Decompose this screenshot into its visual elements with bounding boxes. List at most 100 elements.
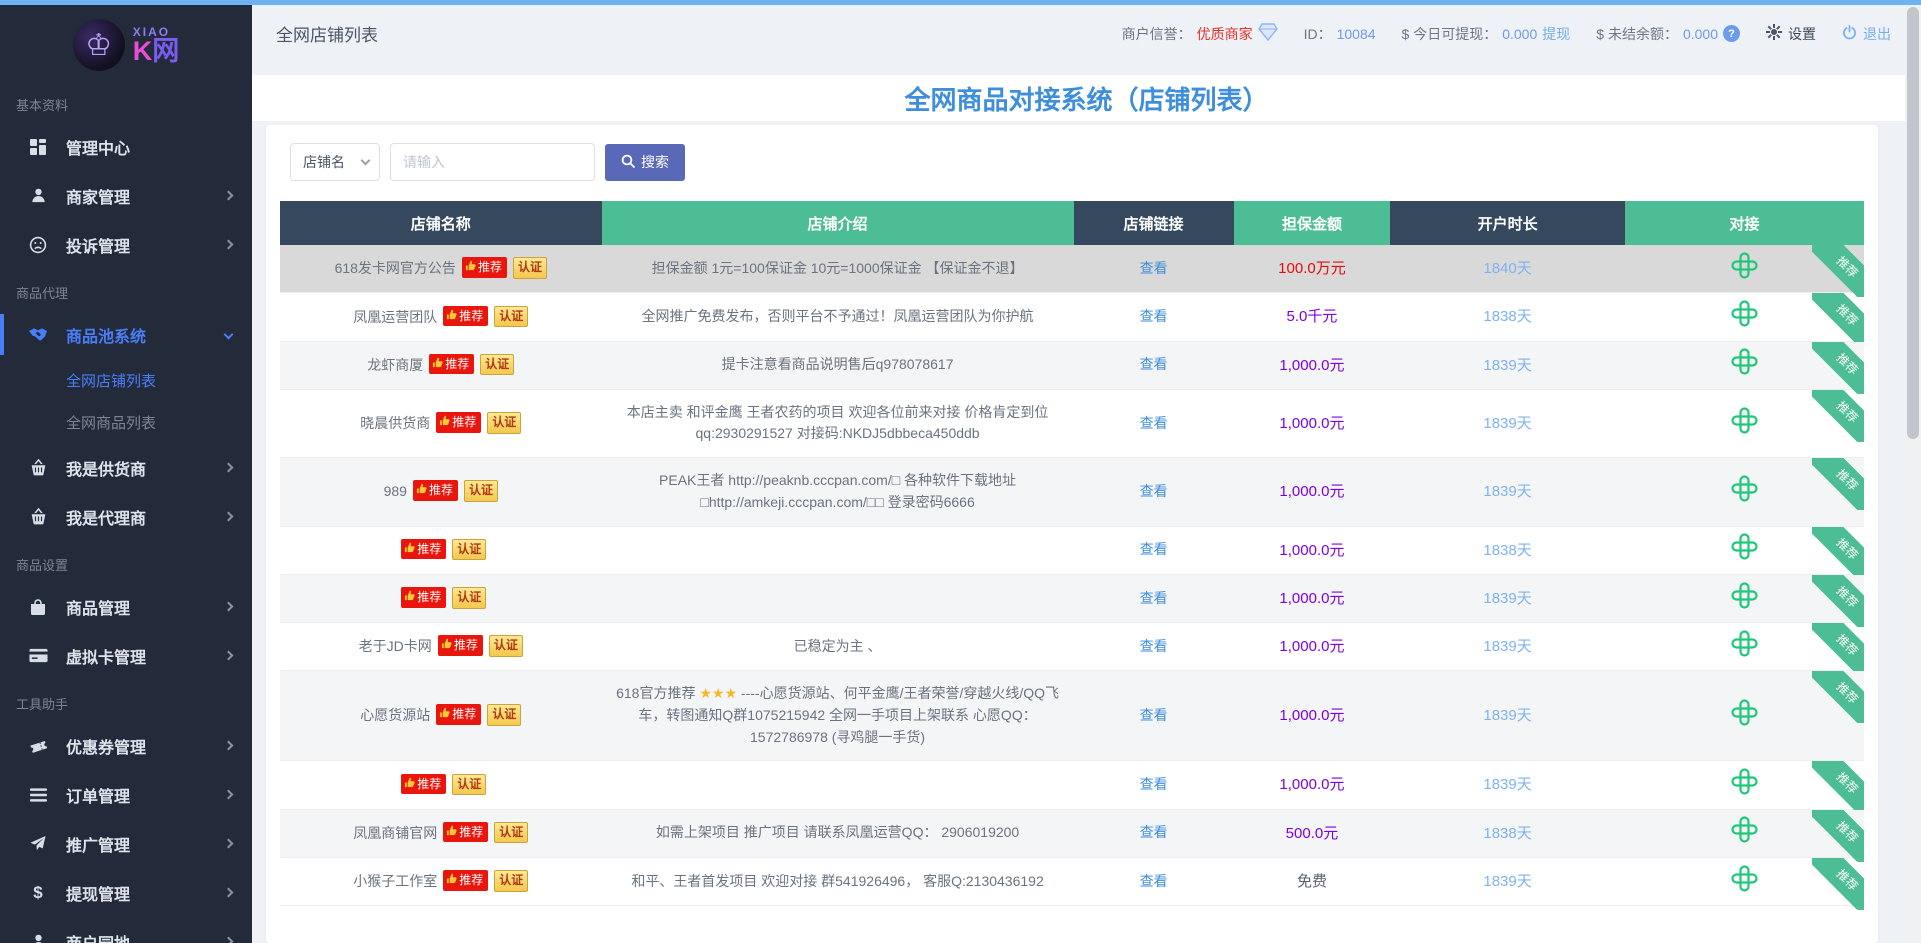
sidebar-item-label: 商家管理 (66, 184, 130, 208)
settings-button[interactable]: 设置 (1766, 24, 1816, 44)
guarantee-amount: 5.0千元 (1287, 308, 1338, 325)
store-intro-cell: 提卡注意看商品说明售后q978078617 (602, 341, 1074, 389)
guarantee-amount-cell: 1,000.0元 (1234, 671, 1391, 761)
withdraw-link[interactable]: 提现 (1542, 24, 1570, 44)
thumbs-up-icon (404, 540, 415, 559)
sidebar-item-supplier[interactable]: 我是供货商 (0, 443, 252, 492)
recommend-ribbon-label: 推荐 (1812, 527, 1864, 579)
view-link[interactable]: 查看 (1140, 707, 1168, 723)
view-link[interactable]: 查看 (1140, 638, 1168, 654)
connect-plus-icon[interactable] (1731, 865, 1758, 892)
chevron-right-icon (224, 741, 234, 751)
connect-plus-icon[interactable] (1731, 475, 1758, 502)
search-button[interactable]: 搜索 (605, 144, 685, 181)
connect-plus-icon[interactable] (1731, 699, 1758, 726)
help-question-icon[interactable]: ? (1723, 25, 1740, 42)
view-link[interactable]: 查看 (1140, 260, 1168, 276)
sidebar-item-label: 优惠券管理 (66, 734, 146, 758)
sidebar-item-virtual-card-mgmt[interactable]: 虚拟卡管理 (0, 631, 252, 680)
view-link[interactable]: 查看 (1140, 356, 1168, 372)
connect-plus-icon[interactable] (1731, 533, 1758, 560)
connect-cell: 推荐 (1625, 526, 1864, 574)
account-age: 1839天 (1483, 590, 1531, 607)
view-link[interactable]: 查看 (1140, 415, 1168, 431)
connect-plus-icon[interactable] (1731, 407, 1758, 434)
sidebar-item-promotion-mgmt[interactable]: 推广管理 (0, 819, 252, 868)
connect-plus-icon[interactable] (1731, 816, 1758, 843)
view-link[interactable]: 查看 (1140, 541, 1168, 557)
connect-plus-icon[interactable] (1731, 252, 1758, 279)
merchant-id-value: 10084 (1337, 26, 1376, 42)
view-link[interactable]: 查看 (1140, 308, 1168, 324)
chevron-right-icon (224, 240, 234, 250)
view-link[interactable]: 查看 (1140, 873, 1168, 889)
col-store-link: 店铺链接 (1074, 201, 1234, 245)
page-scrollbar-thumb[interactable] (1907, 7, 1919, 439)
sidebar-item-agent[interactable]: 我是代理商 (0, 492, 252, 541)
table-row: 龙虾商厦推荐认证提卡注意看商品说明售后q978078617查看1,000.0元1… (280, 341, 1864, 389)
recommend-ribbon-label: 推荐 (1812, 575, 1864, 627)
table-row: 989推荐认证PEAK王者 http://peaknb.cccpan.com/□… (280, 458, 1864, 526)
search-input[interactable] (390, 143, 595, 181)
logo: ♔ XIAO K网 (0, 5, 252, 81)
guarantee-amount: 100.0万元 (1278, 260, 1346, 277)
account-age: 1838天 (1483, 308, 1531, 325)
store-link-cell: 查看 (1074, 574, 1234, 622)
connect-cell: 推荐 (1625, 761, 1864, 809)
sidebar-subitem-shop-list[interactable]: 全网店铺列表 (0, 359, 252, 401)
store-name: 老于JD卡网 (359, 638, 432, 654)
view-link[interactable]: 查看 (1140, 776, 1168, 792)
recommend-badge: 推荐 (436, 412, 481, 433)
connect-plus-icon[interactable] (1731, 348, 1758, 375)
recommend-badge: 推荐 (436, 704, 481, 725)
logout-button[interactable]: 退出 (1842, 24, 1891, 44)
sidebar-item-product-pool[interactable]: 商品池系统 (0, 310, 252, 359)
recommend-ribbon-label: 推荐 (1812, 390, 1864, 442)
sidebar-item-label: 虚拟卡管理 (66, 644, 146, 668)
sidebar-item-order-mgmt[interactable]: 订单管理 (0, 770, 252, 819)
store-link-cell: 查看 (1074, 671, 1234, 761)
store-link-cell: 查看 (1074, 857, 1234, 905)
recommend-ribbon-label: 推荐 (1812, 761, 1864, 813)
guarantee-amount: 1,000.0元 (1279, 776, 1344, 793)
store-link-cell: 查看 (1074, 341, 1234, 389)
thumbs-up-icon (446, 823, 457, 842)
connect-plus-icon[interactable] (1731, 300, 1758, 327)
store-name: 618发卡网官方公告 (335, 260, 456, 276)
sidebar-item-coupon-mgmt[interactable]: 优惠券管理 (0, 721, 252, 770)
sidebar-subitem-product-list[interactable]: 全网商品列表 (0, 401, 252, 443)
connect-cell: 推荐 (1625, 389, 1864, 457)
guarantee-amount: 1,000.0元 (1279, 638, 1344, 655)
account-age: 1838天 (1483, 542, 1531, 559)
shopping-bag-icon (28, 598, 48, 616)
store-name: 凤凰商铺官网 (353, 825, 437, 841)
sidebar-item-merchant-garden[interactable]: 商户园地 (0, 917, 252, 943)
connect-cell: 推荐 (1625, 458, 1864, 526)
view-link[interactable]: 查看 (1140, 590, 1168, 606)
connect-plus-icon[interactable] (1731, 768, 1758, 795)
recommend-ribbon-label: 推荐 (1812, 458, 1864, 510)
col-connect: 对接 (1625, 201, 1864, 245)
system-title-card: 全网商品对接系统（店铺列表） (252, 75, 1921, 121)
connect-plus-icon[interactable] (1731, 582, 1758, 609)
store-name: 龙虾商厦 (367, 357, 423, 373)
guarantee-amount: 1,000.0元 (1279, 357, 1344, 374)
sidebar-item-merchant-mgmt[interactable]: 商家管理 (0, 171, 252, 220)
sidebar-item-withdraw-mgmt[interactable]: $提现管理 (0, 868, 252, 917)
view-link[interactable]: 查看 (1140, 483, 1168, 499)
store-name-cell: 老于JD卡网推荐认证 (280, 623, 602, 671)
basket-icon (28, 459, 48, 476)
sidebar-item-product-mgmt[interactable]: 商品管理 (0, 582, 252, 631)
recommend-ribbon: 推荐 (1812, 623, 1864, 675)
sidebar-item-complaint-mgmt[interactable]: 投诉管理 (0, 220, 252, 269)
guarantee-amount-cell: 500.0元 (1234, 809, 1391, 857)
view-link[interactable]: 查看 (1140, 824, 1168, 840)
guarantee-amount-cell: 1,000.0元 (1234, 389, 1391, 457)
connect-plus-icon[interactable] (1731, 630, 1758, 657)
account-age: 1839天 (1483, 357, 1531, 374)
user-icon (28, 187, 48, 204)
store-name-cell: 凤凰运营团队推荐认证 (280, 293, 602, 341)
search-filter-select[interactable]: 店铺名 (290, 143, 380, 181)
sidebar-item-admin-center[interactable]: 管理中心 (0, 122, 252, 171)
account-age: 1838天 (1483, 825, 1531, 842)
